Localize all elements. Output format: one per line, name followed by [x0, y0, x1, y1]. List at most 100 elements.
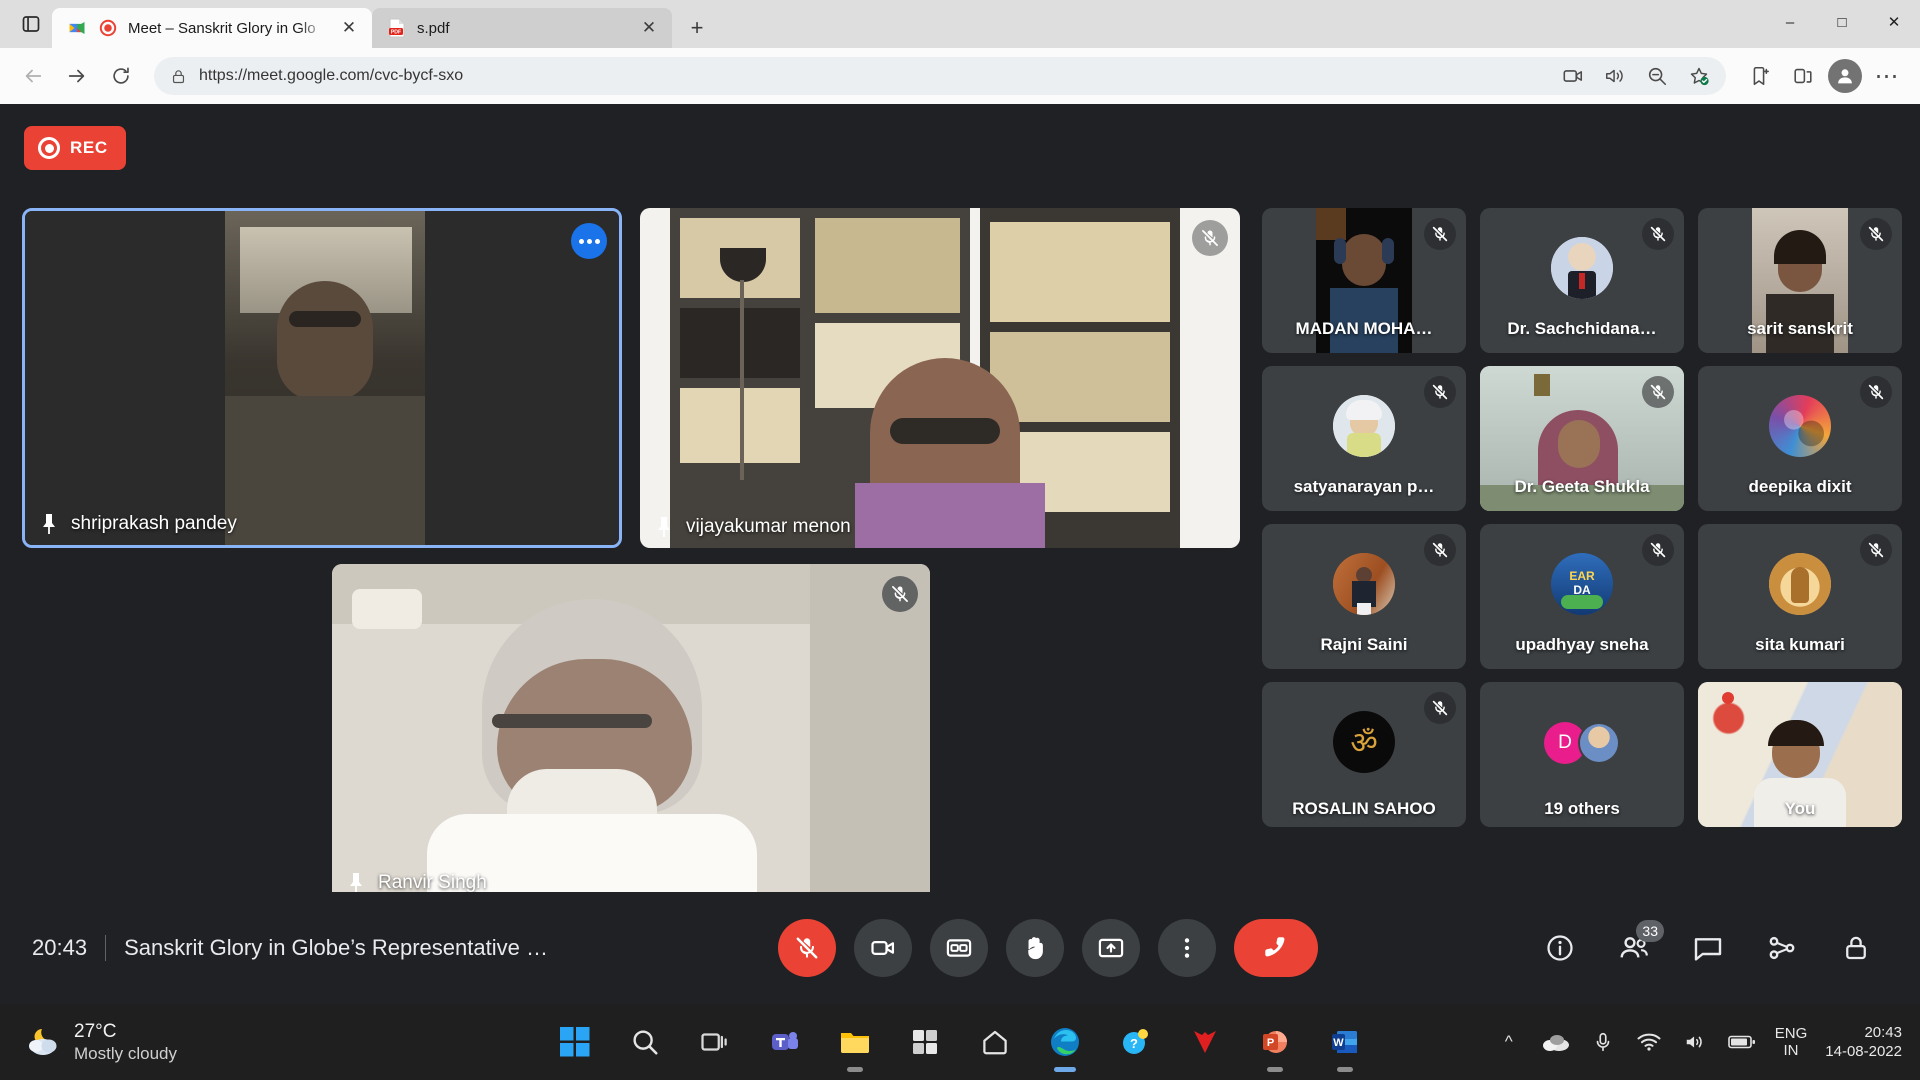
grid-tile-rosalin-sahoo[interactable]: ॐ ROSALIN SAHOO: [1262, 682, 1466, 827]
google-meet-icon: [66, 17, 88, 39]
grid-tile-sita-kumari[interactable]: sita kumari: [1698, 524, 1902, 669]
forward-button[interactable]: [58, 57, 96, 95]
avatar: [1769, 395, 1831, 457]
activities-panel-button[interactable]: [1758, 924, 1806, 972]
grid-tile-19-others[interactable]: D 19 others: [1480, 682, 1684, 827]
read-aloud-icon[interactable]: [1596, 57, 1634, 95]
raise-hand-button[interactable]: [1006, 919, 1064, 977]
weather-description: Mostly cloudy: [74, 1043, 177, 1064]
leave-call-button[interactable]: [1234, 919, 1318, 977]
meeting-info: 20:43 Sanskrit Glory in Globe’s Represen…: [0, 935, 560, 961]
language-indicator[interactable]: ENG IN: [1775, 1025, 1808, 1060]
onedrive-cloud-icon[interactable]: [1541, 1028, 1571, 1056]
muted-mic-icon: [1860, 376, 1892, 408]
video-tile-ranvir-singh[interactable]: Ranvir Singh: [332, 564, 930, 904]
tile-name-bar: vijayakumar menon: [654, 516, 851, 538]
camera-toggle-button[interactable]: [854, 919, 912, 977]
participant-name: deepika dixit: [1698, 477, 1902, 497]
tile-muted-mic-icon: [882, 576, 918, 612]
chat-panel-button[interactable]: [1684, 924, 1732, 972]
captions-toggle-button[interactable]: [930, 919, 988, 977]
present-screen-button[interactable]: [1082, 919, 1140, 977]
grid-tile-satyanarayan[interactable]: satyanarayan p…: [1262, 366, 1466, 511]
host-controls-button[interactable]: [1832, 924, 1880, 972]
maximize-button[interactable]: □: [1816, 0, 1868, 44]
speaker-icon[interactable]: [1681, 1028, 1709, 1056]
muted-mic-icon: [1642, 534, 1674, 566]
video-tile-vijayakumar-menon[interactable]: vijayakumar menon: [640, 208, 1240, 548]
grid-tile-sarit-sanskrit[interactable]: sarit sanskrit: [1698, 208, 1902, 353]
microsoft-teams-icon[interactable]: [761, 1018, 809, 1066]
tray-overflow-icon[interactable]: ^: [1495, 1028, 1523, 1056]
zoom-out-icon[interactable]: [1638, 57, 1676, 95]
grid-tile-madan-mohan[interactable]: MADAN MOHA…: [1262, 208, 1466, 353]
others-avatar-stack: D: [1544, 722, 1620, 764]
battery-icon[interactable]: [1727, 1028, 1757, 1056]
wifi-icon[interactable]: [1635, 1028, 1663, 1056]
tab-close-button[interactable]: ✕: [336, 15, 362, 41]
pin-icon: [654, 516, 674, 538]
profile-avatar[interactable]: [1828, 59, 1862, 93]
tab-actions-button[interactable]: [10, 4, 52, 44]
mcafee-icon[interactable]: [1181, 1018, 1229, 1066]
start-button[interactable]: [551, 1018, 599, 1066]
pin-icon: [39, 513, 59, 535]
browser-tab-meet[interactable]: Meet – Sanskrit Glory in Glo ✕: [52, 8, 372, 48]
help-app-icon[interactable]: ?: [1111, 1018, 1159, 1066]
browser-toolbar: https://meet.google.com/cvc-bycf-sxo: [0, 48, 1920, 104]
muted-mic-icon: [1424, 534, 1456, 566]
browser-tab-pdf[interactable]: PDF s.pdf ✕: [372, 8, 672, 48]
edge-browser-window: Meet – Sanskrit Glory in Glo ✕ PDF s.pdf…: [0, 0, 1920, 1080]
microphone-icon[interactable]: [1589, 1028, 1617, 1056]
primary-controls: [560, 919, 1536, 977]
cast-media-icon[interactable]: [1554, 57, 1592, 95]
grid-tile-rajni-saini[interactable]: Rajni Saini: [1262, 524, 1466, 669]
grid-tile-dr-sachchidanand[interactable]: Dr. Sachchidana…: [1480, 208, 1684, 353]
video-tile-shriprakash-pandey[interactable]: shriprakash pandey: [22, 208, 622, 548]
back-button[interactable]: [14, 57, 52, 95]
grid-tile-dr-geeta-shukla[interactable]: Dr. Geeta Shukla: [1480, 366, 1684, 511]
participant-grid: MADAN MOHA… Dr. Sachchidana…: [1238, 186, 1920, 892]
powerpoint-icon[interactable]: P: [1251, 1018, 1299, 1066]
meeting-details-button[interactable]: [1536, 924, 1584, 972]
collections-button[interactable]: [1784, 57, 1822, 95]
file-explorer-icon[interactable]: [831, 1018, 879, 1066]
video-feed: [25, 211, 619, 545]
microsoft-edge-icon[interactable]: [1041, 1018, 1089, 1066]
url-text: https://meet.google.com/cvc-bycf-sxo: [199, 67, 1542, 85]
grid-tile-you[interactable]: You: [1698, 682, 1902, 827]
address-bar[interactable]: https://meet.google.com/cvc-bycf-sxo: [154, 57, 1726, 95]
more-options-button[interactable]: [1158, 919, 1216, 977]
microphone-toggle-button[interactable]: [778, 919, 836, 977]
avatar: [1551, 237, 1613, 299]
participant-name: upadhyay sneha: [1480, 635, 1684, 655]
participant-name: vijayakumar menon: [686, 516, 851, 538]
minimize-button[interactable]: –: [1764, 0, 1816, 44]
search-icon[interactable]: [621, 1018, 669, 1066]
favorites-button[interactable]: [1740, 57, 1778, 95]
favorites-add-icon[interactable]: [1680, 57, 1718, 95]
browser-settings-more-button[interactable]: ⋯: [1868, 57, 1906, 95]
muted-mic-icon: [1642, 218, 1674, 250]
grid-tile-upadhyay-sneha[interactable]: EAR DA upadhyay sneha: [1480, 524, 1684, 669]
home-app-icon[interactable]: [971, 1018, 1019, 1066]
tile-more-options-button[interactable]: [571, 223, 607, 259]
microsoft-store-icon[interactable]: [901, 1018, 949, 1066]
language-line2: IN: [1775, 1042, 1808, 1059]
new-tab-button[interactable]: +: [680, 11, 714, 45]
window-controls: – □ ✕: [1764, 0, 1920, 44]
tab-close-button[interactable]: ✕: [636, 15, 662, 41]
taskbar-clock[interactable]: 20:43 14-08-2022: [1825, 1023, 1902, 1062]
participant-name: MADAN MOHA…: [1262, 319, 1466, 339]
participant-name: You: [1698, 799, 1902, 819]
taskbar-weather-widget[interactable]: 27°C Mostly cloudy: [0, 1020, 360, 1065]
close-window-button[interactable]: ✕: [1868, 0, 1920, 44]
people-panel-button[interactable]: 33: [1610, 924, 1658, 972]
reload-button[interactable]: [102, 57, 140, 95]
record-dot-icon: [38, 137, 60, 159]
google-meet-page: REC: [0, 104, 1920, 1004]
grid-tile-deepika-dixit[interactable]: deepika dixit: [1698, 366, 1902, 511]
recording-badge[interactable]: REC: [24, 126, 126, 170]
task-view-icon[interactable]: [691, 1018, 739, 1066]
word-icon[interactable]: W: [1321, 1018, 1369, 1066]
